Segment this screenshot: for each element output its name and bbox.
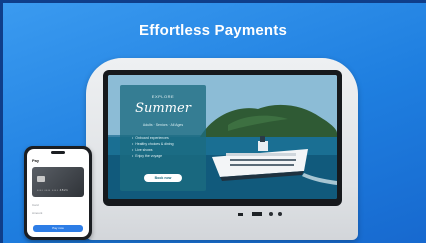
pay-button[interactable]: Pay now — [33, 225, 83, 232]
promo-title: Summer — [135, 101, 191, 116]
phone-row-label: Card — [32, 203, 39, 207]
seatback-screen[interactable]: EXPLORE Summer Adults · Seniors · All Ag… — [108, 75, 337, 199]
card-number: •••• •••• •••• 4821 — [37, 188, 69, 192]
smartphone: Pay •••• •••• •••• 4821 Card Amount Pay … — [24, 146, 92, 240]
headphone-jack — [238, 213, 243, 216]
phone-screen: Pay •••• •••• •••• 4821 Card Amount Pay … — [27, 149, 89, 237]
phone-row-label: Amount — [32, 211, 43, 215]
promo-subline: Adults · Seniors · All Ages — [142, 123, 184, 127]
promo-brand: EXPLORE — [151, 94, 175, 99]
payment-card[interactable]: •••• •••• •••• 4821 — [32, 167, 84, 197]
control-button[interactable] — [278, 212, 282, 216]
promo-card: EXPLORE Summer Adults · Seniors · All Ag… — [120, 85, 206, 191]
headline: Effortless Payments — [138, 22, 288, 39]
book-now-button[interactable]: Book now — [144, 174, 182, 182]
card-chip-icon — [37, 176, 45, 182]
list-item: Enjoy the voyage — [132, 153, 174, 159]
phone-heading: Pay — [32, 158, 40, 163]
control-button[interactable] — [269, 212, 273, 216]
top-frame — [0, 0, 426, 3]
phone-notch — [51, 151, 65, 154]
usb-port — [252, 212, 262, 216]
feature-list: Onboard experiences Healthy choices & di… — [132, 135, 174, 159]
